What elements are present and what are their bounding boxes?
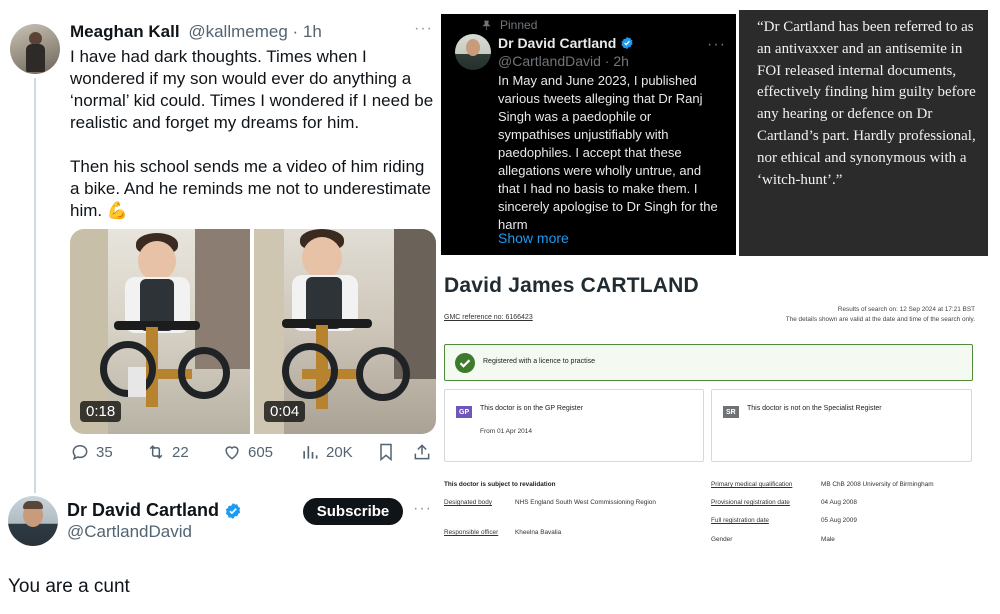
quote-text: “Dr Cartland has been referred to as an … xyxy=(757,19,976,188)
pinned-author-name[interactable]: Dr David Cartland xyxy=(498,35,616,51)
licence-status: Registered with a licence to practise xyxy=(444,344,973,381)
more-options-icon[interactable]: ··· xyxy=(707,36,726,54)
full-registration-label[interactable]: Full registration date xyxy=(711,516,769,525)
gp-register-title: This doctor is on the GP Register xyxy=(480,405,583,412)
subscribe-button[interactable]: Subscribe xyxy=(303,498,403,525)
retweet-button[interactable]: 22 xyxy=(146,442,189,462)
reply-icon xyxy=(72,444,88,461)
primary-qualification-value: MB ChB 2008 University of Birmingham xyxy=(821,481,934,488)
author-name[interactable]: Meaghan Kall xyxy=(70,22,180,41)
gender-value: Male xyxy=(821,536,835,543)
reply-text: You are a cunt xyxy=(8,576,130,597)
retweet-icon xyxy=(149,445,163,459)
tweet-actions: 35 22 605 20K xyxy=(70,442,436,464)
share-button[interactable] xyxy=(412,442,432,462)
retweet-count: 22 xyxy=(172,443,189,461)
gender-label: Gender xyxy=(711,536,733,543)
tweet-text: I have had dark thoughts. Times when I w… xyxy=(70,46,438,222)
verified-badge-icon xyxy=(225,502,241,519)
more-options-icon[interactable]: ··· xyxy=(414,20,433,38)
pinned-author-handle[interactable]: @CartlandDavid · 2h xyxy=(498,53,629,69)
more-options-icon[interactable]: ··· xyxy=(413,500,432,518)
gp-register-date: From 01 Apr 2014 xyxy=(480,428,533,435)
provisional-registration-label[interactable]: Provisional registration date xyxy=(711,498,790,507)
pin-icon xyxy=(482,20,491,30)
revalidation-heading: This doctor is subject to revalidation xyxy=(444,481,556,488)
video-thumbnail-2[interactable]: 0:04 xyxy=(254,229,436,434)
like-icon xyxy=(225,446,239,460)
share-icon xyxy=(414,444,430,460)
thread-line xyxy=(34,78,36,493)
provisional-registration-value: 04 Aug 2008 xyxy=(821,499,857,506)
gmc-register-page: David James CARTLAND GMC reference no: 6… xyxy=(441,262,979,562)
video-duration: 0:04 xyxy=(264,401,306,422)
specialist-register-title: This doctor is not on the Specialist Reg… xyxy=(747,405,882,412)
responsible-officer-label[interactable]: Responsible officer xyxy=(444,528,498,537)
show-more-link[interactable]: Show more xyxy=(498,230,569,246)
reply-avatar[interactable] xyxy=(8,496,58,546)
sr-badge: SR xyxy=(723,406,739,418)
reply-author-handle[interactable]: @CartlandDavid xyxy=(67,522,192,542)
tweet-body: I have had dark thoughts. Times when I w… xyxy=(70,47,434,220)
pinned-avatar[interactable] xyxy=(455,34,491,70)
views-count: 20K xyxy=(326,443,353,461)
reply-author-name[interactable]: Dr David Cartland xyxy=(67,500,219,521)
search-note: The details shown are valid at the date … xyxy=(785,316,975,323)
bookmark-button[interactable] xyxy=(376,442,396,462)
tweet-time[interactable]: · 1h xyxy=(293,22,322,41)
reply-author[interactable]: Dr David Cartland xyxy=(67,500,242,521)
full-registration-value: 05 Aug 2009 xyxy=(821,517,857,524)
flexed-biceps-emoji: 💪 xyxy=(106,201,129,220)
gp-register-card: GP This doctor is on the GP Register Fro… xyxy=(444,389,704,462)
original-tweet[interactable]: Meaghan Kall @kallmemeg · 1h ··· I have … xyxy=(0,0,440,493)
pinned-label: Pinned xyxy=(500,18,538,32)
designated-body-label[interactable]: Designated body xyxy=(444,498,492,507)
reply-count: 35 xyxy=(96,443,113,461)
pinned-author[interactable]: Dr David Cartland xyxy=(498,35,634,51)
pinned-tweet[interactable]: Pinned Dr David Cartland @CartlandDavid … xyxy=(441,14,736,255)
gmc-reference[interactable]: GMC reference no: 6166423 xyxy=(444,314,533,321)
designated-body-value: NHS England South West Commissioning Reg… xyxy=(515,499,656,506)
primary-qualification-label[interactable]: Primary medical qualification xyxy=(711,480,792,489)
pinned-tweet-text: In May and June 2023, I published variou… xyxy=(498,73,718,232)
reply-button[interactable]: 35 xyxy=(70,442,113,462)
views-button[interactable]: 20K xyxy=(300,442,353,462)
gp-badge: GP xyxy=(456,406,473,418)
views-icon xyxy=(303,446,318,459)
search-info: Results of search on: 12 Sep 2024 at 17:… xyxy=(786,305,975,325)
check-icon xyxy=(455,353,475,373)
avatar[interactable] xyxy=(10,24,60,74)
specialist-register-card: SR This doctor is not on the Specialist … xyxy=(711,389,972,462)
video-duration: 0:18 xyxy=(80,401,122,422)
verified-badge-icon xyxy=(621,36,633,50)
quote-box: “Dr Cartland has been referred to as an … xyxy=(739,10,988,256)
licence-label: Registered with a licence to practise xyxy=(483,358,596,365)
search-date: Results of search on: 12 Sep 2024 at 17:… xyxy=(837,306,975,313)
like-button[interactable]: 605 xyxy=(222,442,273,462)
responsible-officer-value: Kheelna Bavalia xyxy=(515,529,562,536)
video-thumbnail-1[interactable]: 0:18 xyxy=(70,229,250,434)
pinned-indicator: Pinned xyxy=(481,18,537,32)
doctor-name: David James CARTLAND xyxy=(444,274,699,297)
tweet-header: Meaghan Kall @kallmemeg · 1h xyxy=(70,22,322,42)
like-count: 605 xyxy=(248,443,274,461)
bookmark-icon xyxy=(380,443,392,462)
author-handle[interactable]: @kallmemeg xyxy=(188,22,287,41)
